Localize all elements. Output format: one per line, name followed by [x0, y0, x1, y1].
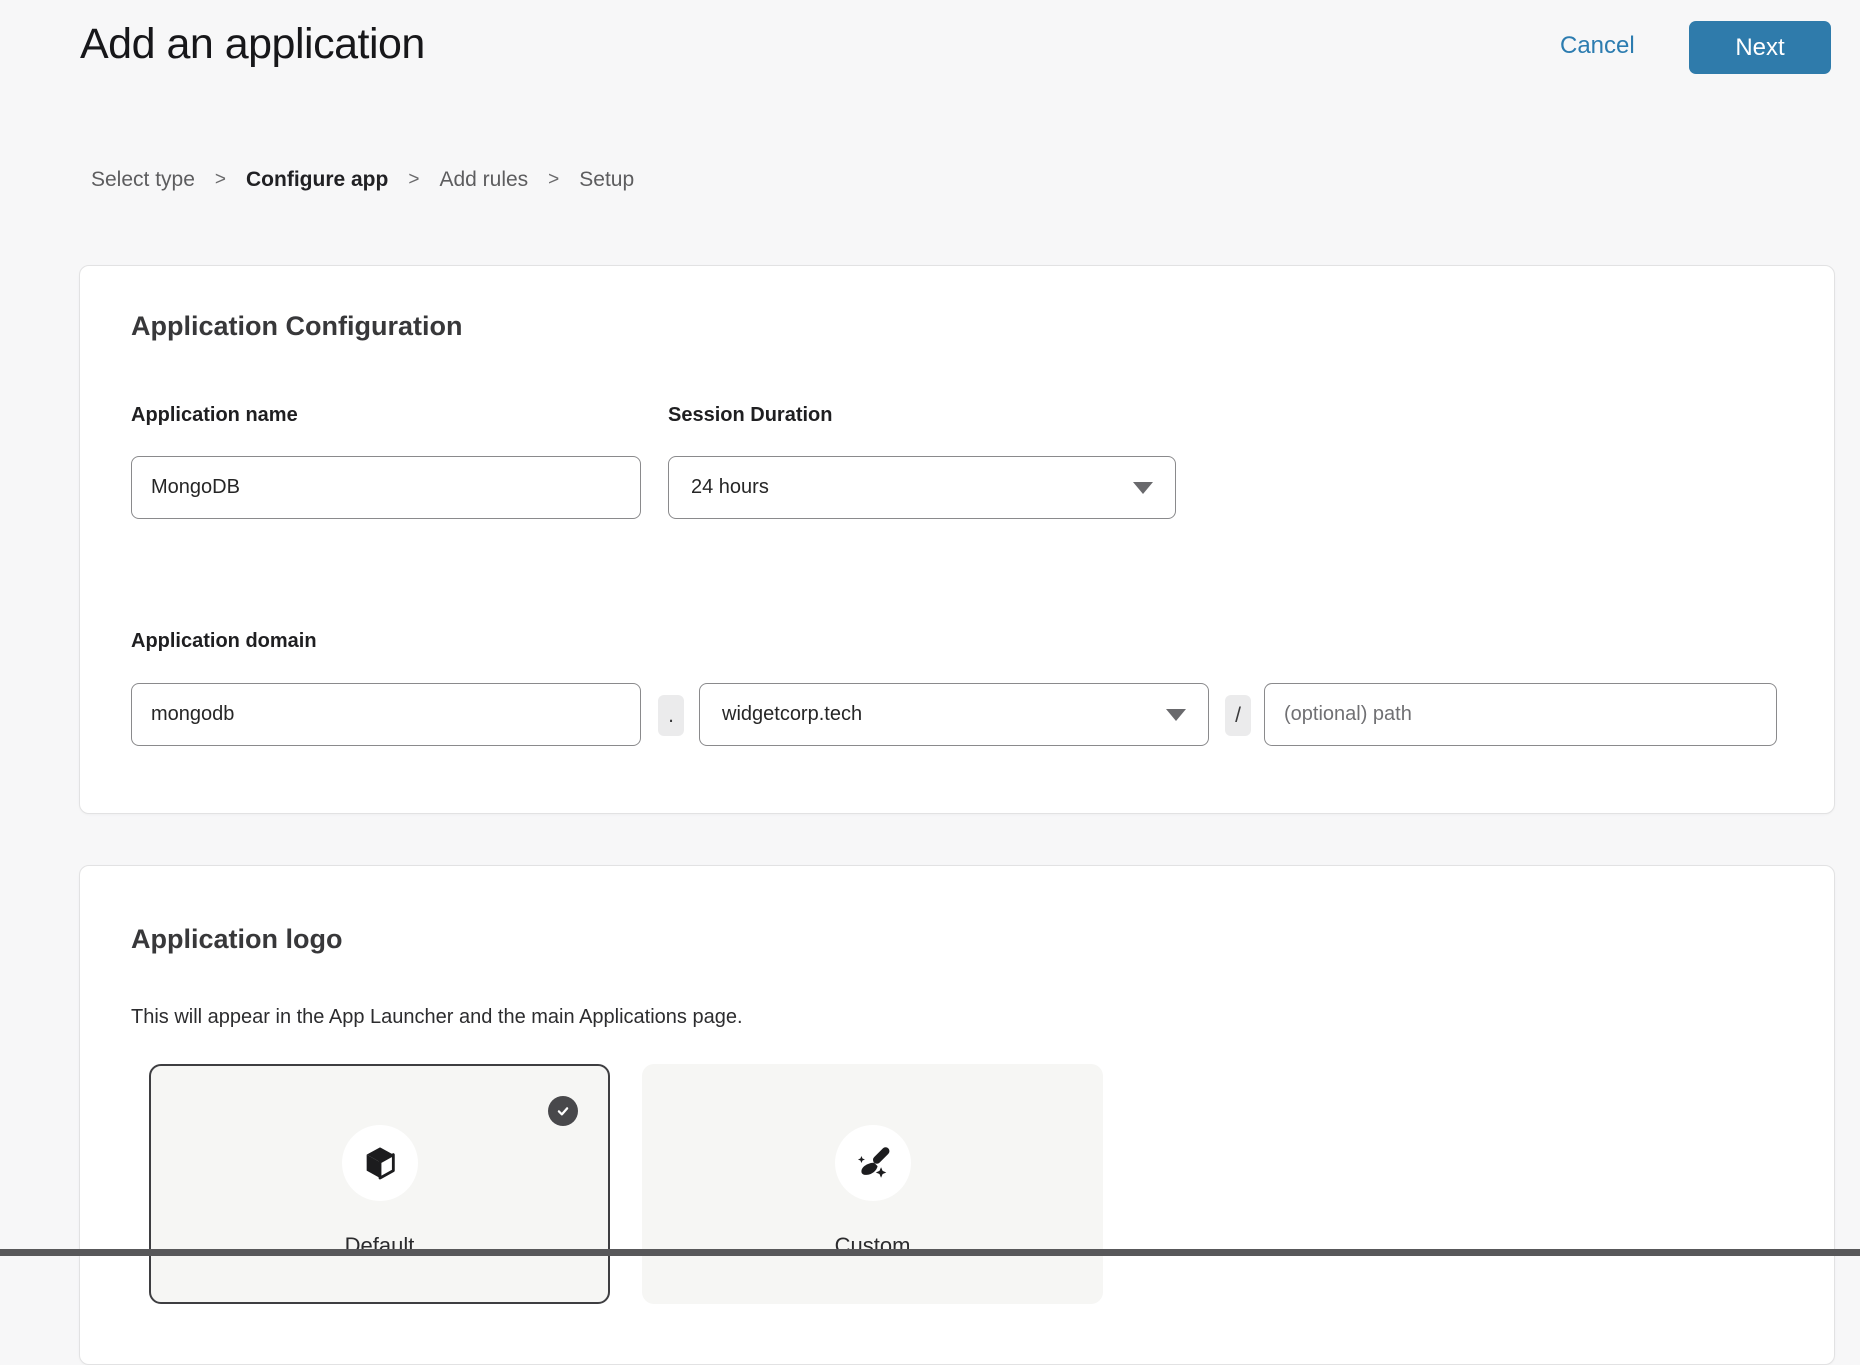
default-logo-circle: [342, 1125, 418, 1201]
session-duration-label: Session Duration: [668, 404, 832, 427]
breadcrumb-separator: >: [215, 169, 226, 191]
cube-icon: [360, 1143, 400, 1183]
application-domain-label: Application domain: [131, 630, 317, 653]
dot-separator: .: [658, 695, 684, 736]
application-logo-heading: Application logo: [131, 924, 342, 955]
breadcrumb-step-configure-app[interactable]: Configure app: [246, 168, 388, 192]
application-logo-description: This will appear in the App Launcher and…: [131, 1006, 743, 1029]
subdomain-input[interactable]: [131, 683, 641, 746]
application-name-input[interactable]: [131, 456, 641, 519]
logo-option-custom[interactable]: Custom: [642, 1064, 1103, 1304]
application-configuration-card: Application Configuration Application na…: [79, 265, 1835, 814]
application-logo-card: Application logo This will appear in the…: [79, 865, 1835, 1365]
path-input[interactable]: [1264, 683, 1777, 746]
breadcrumb-step-add-rules[interactable]: Add rules: [439, 168, 528, 192]
session-duration-select[interactable]: 24 hours: [668, 456, 1176, 519]
paintbrush-icon: [852, 1142, 894, 1184]
page-title: Add an application: [80, 20, 425, 69]
selected-badge: [548, 1096, 578, 1126]
bottom-edge-bar: [0, 1249, 1860, 1256]
chevron-down-icon: [1133, 482, 1153, 494]
cancel-button[interactable]: Cancel: [1560, 32, 1635, 60]
breadcrumb-separator: >: [408, 169, 419, 191]
breadcrumb: Select type > Configure app > Add rules …: [91, 168, 634, 192]
application-configuration-heading: Application Configuration: [131, 311, 462, 342]
breadcrumb-separator: >: [548, 169, 559, 191]
slash-separator: /: [1225, 695, 1251, 736]
breadcrumb-step-setup[interactable]: Setup: [579, 168, 634, 192]
next-button[interactable]: Next: [1689, 21, 1831, 74]
check-icon: [554, 1102, 572, 1120]
domain-select-value: widgetcorp.tech: [722, 703, 862, 726]
logo-option-default[interactable]: Default: [149, 1064, 610, 1304]
session-duration-value: 24 hours: [691, 476, 769, 499]
application-name-label: Application name: [131, 404, 298, 427]
chevron-down-icon: [1166, 709, 1186, 721]
custom-logo-circle: [835, 1125, 911, 1201]
breadcrumb-step-select-type[interactable]: Select type: [91, 168, 195, 192]
domain-select[interactable]: widgetcorp.tech: [699, 683, 1209, 746]
